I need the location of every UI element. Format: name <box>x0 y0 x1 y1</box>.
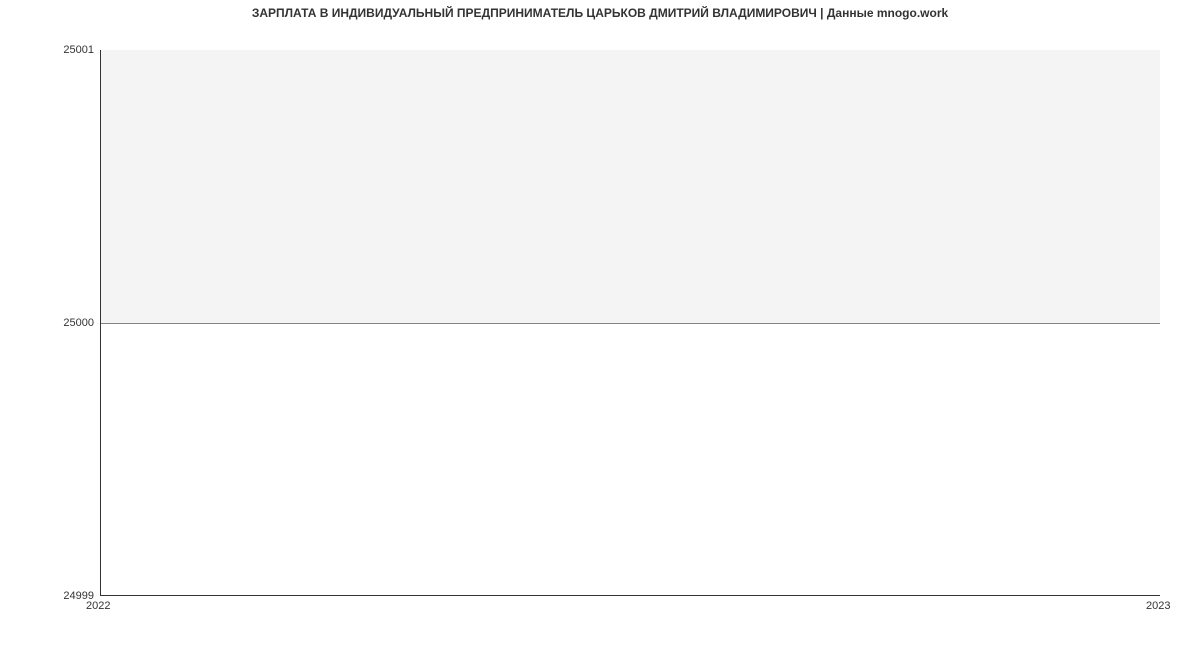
plot-area <box>100 50 1160 596</box>
data-line <box>101 323 1160 324</box>
salary-chart: ЗАРПЛАТА В ИНДИВИДУАЛЬНЫЙ ПРЕДПРИНИМАТЕЛ… <box>0 0 1200 650</box>
area-fill <box>101 50 1160 324</box>
y-tick-top: 25001 <box>63 44 94 56</box>
x-tick-right: 2023 <box>1146 600 1170 612</box>
x-tick-left: 2022 <box>86 600 110 612</box>
chart-title: ЗАРПЛАТА В ИНДИВИДУАЛЬНЫЙ ПРЕДПРИНИМАТЕЛ… <box>0 6 1200 20</box>
y-tick-mid: 25000 <box>63 317 94 329</box>
